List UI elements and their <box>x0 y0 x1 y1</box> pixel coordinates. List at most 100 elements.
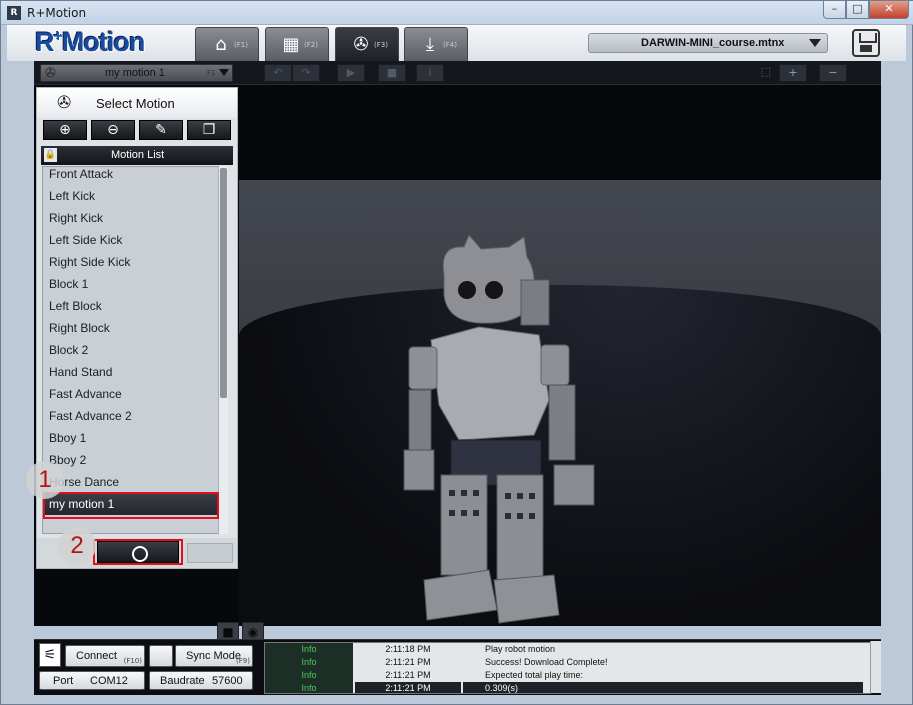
highlight-my-motion <box>43 492 219 519</box>
motion-list-header: 🔒 Motion List <box>41 146 233 165</box>
log-level: Info <box>265 682 353 693</box>
redo-button[interactable]: ↷ <box>292 64 320 82</box>
view-icon[interactable]: ⬚ <box>752 64 780 82</box>
log-level: Info <box>265 656 353 669</box>
status-bar: ⚟ Connect (F10) Sync Mode (F9) Port COM1… <box>34 639 881 695</box>
list-scroll-thumb[interactable] <box>220 168 227 398</box>
motion-toolbar: ✇ my motion 1 F1 ↶ ↷ ▶ ■ i ⬚ + − <box>34 61 881 85</box>
file-dropdown[interactable]: DARWIN-MINI_course.mtnx <box>588 33 828 53</box>
motion-list-item[interactable]: Block 2 <box>43 339 218 361</box>
sync-key: (F9) <box>236 657 250 665</box>
sync-toggle[interactable] <box>149 645 173 667</box>
play-motion-button[interactable]: ▶ <box>337 64 365 82</box>
motion-list-item[interactable]: Bboy 1 <box>43 427 218 449</box>
highlight-play-button <box>93 539 183 565</box>
motion-list-item[interactable]: Left Side Kick <box>43 229 218 251</box>
log-time: 2:11:21 PM <box>355 682 461 693</box>
main-toolbar: R+Motion ⌂ (F1) ▦ (F2) ✇ (F3) ⤓ (F4) DAR… <box>7 25 906 61</box>
motion-list-item[interactable]: Hand Stand <box>43 361 218 383</box>
log-row: Info 2:11:21 PM Expected total play time: <box>265 669 870 682</box>
app-icon: R <box>7 6 21 20</box>
motion-list: Front Attack Left Kick Right Kick Left Side… <box>42 166 227 534</box>
window-title: R+Motion <box>27 6 87 20</box>
close-button[interactable]: ✕ <box>869 1 909 19</box>
baudrate-field[interactable]: Baudrate 57600 <box>149 671 253 690</box>
step-badge-2: 2 <box>58 527 96 565</box>
log-message: Expected total play time: <box>485 670 584 680</box>
tab-edit-key: (F2) <box>304 41 318 49</box>
motion-dropdown[interactable]: ✇ my motion 1 F1 <box>40 64 233 82</box>
motion-list-item[interactable]: Right Side Kick <box>43 251 218 273</box>
maximize-button[interactable]: □ <box>846 1 869 19</box>
remove-motion-button[interactable]: ⊖ <box>91 120 135 140</box>
log-time: 2:11:21 PM <box>385 670 431 680</box>
motion-list-item[interactable]: Right Kick <box>43 207 218 229</box>
motion-list-item[interactable]: Left Block <box>43 295 218 317</box>
chevron-down-icon <box>809 39 821 47</box>
log-row: Info 2:11:21 PM 0.309(s) <box>265 682 870 693</box>
tab-motion[interactable]: ✇ (F3) <box>335 27 399 61</box>
baudrate-value: 57600 <box>212 675 243 687</box>
log-time: 2:11:18 PM <box>385 644 431 654</box>
tab-home-key: (F1) <box>234 41 248 49</box>
motion-list-item[interactable]: Bboy 2 <box>43 449 218 471</box>
undo-button[interactable]: ↶ <box>264 64 292 82</box>
log-row: Info 2:11:21 PM Success! Download Complete… <box>265 656 870 669</box>
message-log: Info 2:11:18 PM Play robot motion Info 2:11:… <box>264 642 871 694</box>
app-logo: R+Motion <box>35 27 145 57</box>
log-level: Info <box>265 643 353 656</box>
reel-icon: ✇ <box>353 34 369 55</box>
port-field[interactable]: Port COM12 <box>39 671 145 690</box>
panel-title: Select Motion <box>96 96 175 111</box>
panel-header: ✇ Select Motion <box>37 88 237 118</box>
chevron-down-icon <box>219 69 229 76</box>
log-message: Success! Download Complete! <box>485 657 608 667</box>
zoom-out-button[interactable]: − <box>819 64 847 82</box>
motion-dropdown-key: F1 <box>207 69 216 77</box>
log-message: 0.309(s) <box>463 682 863 693</box>
port-value: COM12 <box>90 675 128 687</box>
copy-motion-button[interactable]: ❐ <box>187 120 231 140</box>
file-name: DARWIN-MINI_course.mtnx <box>641 37 785 49</box>
minimize-button[interactable]: – <box>823 1 846 19</box>
rename-motion-button[interactable]: ✎ <box>139 120 183 140</box>
sync-label: Sync Mode <box>186 650 242 662</box>
motion-list-item[interactable]: Right Block <box>43 317 218 339</box>
add-motion-button[interactable]: ⊕ <box>43 120 87 140</box>
connect-button[interactable]: Connect (F10) <box>65 645 145 667</box>
connect-label: Connect <box>76 650 117 662</box>
zoom-in-button[interactable]: + <box>779 64 807 82</box>
app-window: R R+Motion – □ ✕ R+Motion ⌂ (F1) ▦ (F2) … <box>0 0 913 705</box>
connect-key: (F10) <box>123 657 142 665</box>
tab-download[interactable]: ⤓ (F4) <box>404 27 468 61</box>
motion-list-item[interactable]: Fast Advance <box>43 383 218 405</box>
robot-model <box>403 235 595 624</box>
info-button[interactable]: i <box>416 64 444 82</box>
motion-list-item[interactable]: Fast Advance 2 <box>43 405 218 427</box>
port-label: Port <box>53 675 74 687</box>
panel-option-button[interactable] <box>187 543 233 563</box>
log-time: 2:11:21 PM <box>385 657 431 667</box>
motion-dropdown-value: my motion 1 <box>105 67 165 79</box>
reel-icon: ✇ <box>57 93 72 113</box>
stop-motion-button[interactable]: ■ <box>378 64 406 82</box>
motion-list-item[interactable]: Horse Dance <box>43 471 218 493</box>
home-icon: ⌂ <box>215 34 227 55</box>
sync-mode-button[interactable]: Sync Mode (F9) <box>175 645 253 667</box>
tab-edit[interactable]: ▦ (F2) <box>265 27 329 61</box>
motion-list-item[interactable]: Block 1 <box>43 273 218 295</box>
motion-list-item[interactable]: Left Kick <box>43 185 218 207</box>
tab-download-key: (F4) <box>443 41 457 49</box>
tab-home[interactable]: ⌂ (F1) <box>195 27 259 61</box>
title-bar: R R+Motion – □ ✕ <box>1 1 913 25</box>
reel-icon: ✇ <box>45 66 56 81</box>
lock-icon[interactable]: 🔒 <box>44 148 57 162</box>
list-scrollbar[interactable] <box>218 166 228 534</box>
save-button[interactable] <box>852 29 880 57</box>
log-row: Info 2:11:18 PM Play robot motion <box>265 643 870 656</box>
log-message: Play robot motion <box>485 644 556 654</box>
motion-list-title: Motion List <box>111 149 165 161</box>
log-level: Info <box>265 669 353 682</box>
motion-list-item[interactable]: Front Attack <box>43 167 218 185</box>
log-scrollbar[interactable] <box>870 641 881 693</box>
